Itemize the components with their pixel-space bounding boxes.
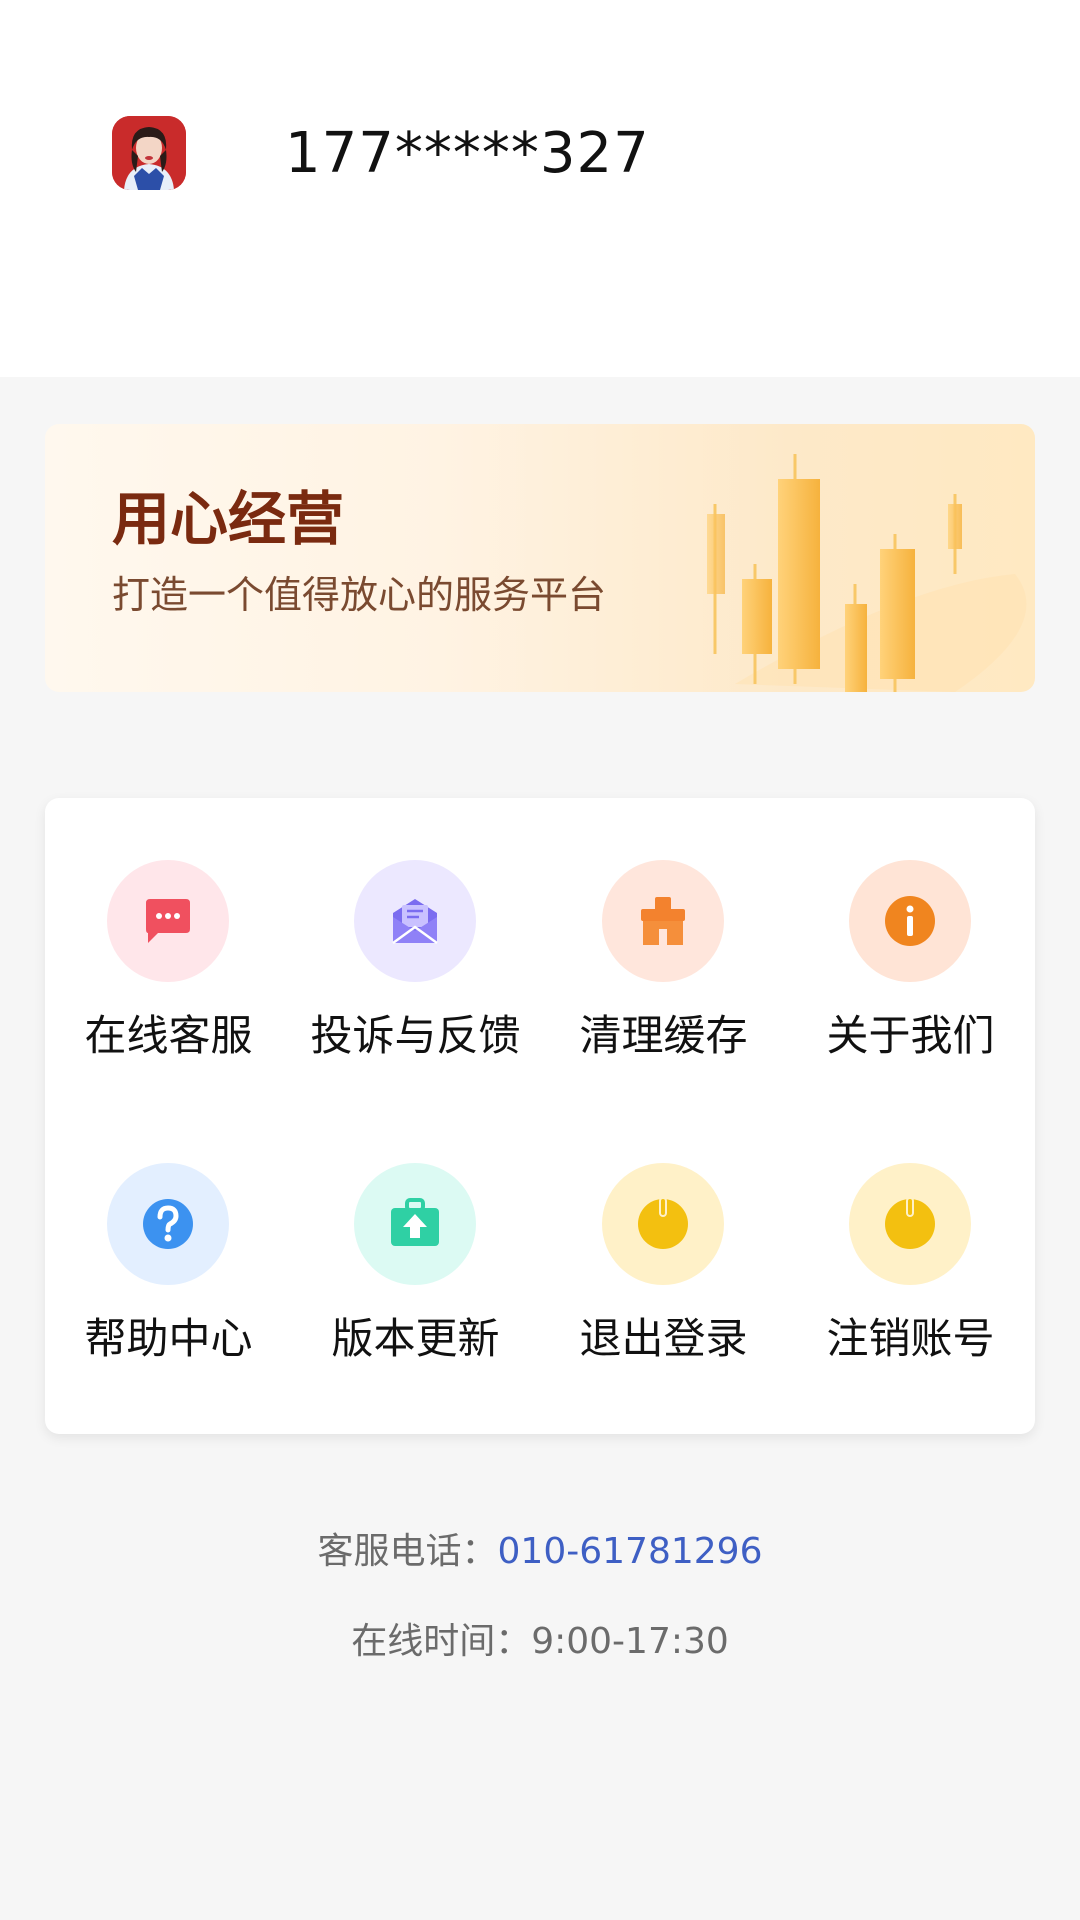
menu-grid: 在线客服 投诉与反馈 清理缓存 关于我们 帮助中心 版本更新 退出登录 注销账号 (45, 798, 1035, 1434)
clear-cache-icon-bg (602, 860, 724, 982)
menu-item-online-service[interactable]: 在线客服 (45, 798, 292, 1060)
menu-item-label: 帮助中心 (84, 1314, 253, 1363)
menu-item-label: 在线客服 (84, 1011, 253, 1060)
online-hours-value: 9:00-17:30 (531, 1621, 729, 1662)
menu-item-help-center[interactable]: 帮助中心 (45, 1101, 292, 1363)
power-icon (638, 1197, 688, 1249)
version-update-icon-bg (354, 1163, 476, 1285)
menu-item-label: 关于我们 (826, 1011, 995, 1060)
banner-subtitle: 打造一个值得放心的服务平台 (112, 573, 607, 617)
logout-icon-bg (602, 1163, 724, 1285)
chat-bubble-icon (146, 899, 190, 943)
menu-item-label: 退出登录 (579, 1314, 748, 1363)
service-phone-link[interactable]: 010-61781296 (498, 1531, 763, 1572)
upgrade-icon (391, 1198, 439, 1246)
promo-banner[interactable]: 用心经营 打造一个值得放心的服务平台 (45, 424, 1035, 692)
broom-icon (641, 897, 685, 945)
avatar[interactable] (112, 116, 186, 190)
menu-item-clear-cache[interactable]: 清理缓存 (540, 798, 787, 1060)
menu-item-label: 清理缓存 (579, 1011, 748, 1060)
menu-item-about-us[interactable]: 关于我们 (787, 798, 1034, 1060)
menu-item-version-update[interactable]: 版本更新 (292, 1101, 539, 1363)
menu-item-delete-account[interactable]: 注销账号 (787, 1101, 1034, 1363)
feedback-icon-bg (354, 860, 476, 982)
help-center-icon-bg (107, 1163, 229, 1285)
question-icon (143, 1199, 193, 1249)
profile-header: 177*****327 (0, 0, 1080, 377)
candlestick-chart-icon (707, 454, 1027, 692)
online-service-icon-bg (107, 860, 229, 982)
banner-title: 用心经营 (112, 485, 345, 553)
online-hours-line: 在线时间：9:00-17:30 (0, 1620, 1080, 1664)
online-hours-label: 在线时间： (351, 1621, 532, 1662)
about-us-icon-bg (849, 860, 971, 982)
menu-item-label: 注销账号 (826, 1314, 995, 1363)
user-avatar-icon (112, 116, 186, 190)
power-icon (885, 1197, 935, 1249)
service-phone-label: 客服电话： (317, 1531, 498, 1572)
menu-item-logout[interactable]: 退出登录 (540, 1101, 787, 1363)
info-icon (885, 896, 935, 946)
menu-item-label: 版本更新 (331, 1314, 500, 1363)
menu-item-label: 投诉与反馈 (310, 1011, 521, 1060)
mail-icon (392, 899, 438, 945)
delete-account-icon-bg (849, 1163, 971, 1285)
phone-number: 177*****327 (285, 121, 650, 186)
service-phone-line: 客服电话：010-61781296 (0, 1530, 1080, 1574)
menu-item-feedback[interactable]: 投诉与反馈 (292, 798, 539, 1060)
